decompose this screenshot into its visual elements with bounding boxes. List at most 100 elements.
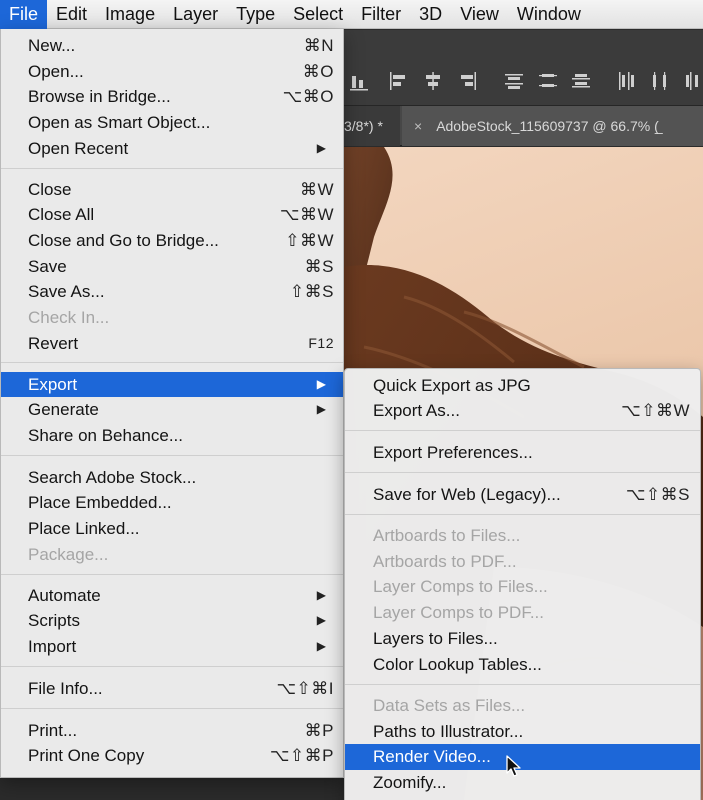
shortcut: ⌘O [302, 61, 334, 81]
distribute-right-edges-icon[interactable] [682, 70, 703, 92]
menu-item-share-on-behance[interactable]: Share on Behance... [1, 423, 343, 449]
menu-view[interactable]: View [451, 0, 508, 29]
menu-separator [345, 430, 700, 431]
menu-item-place-linked[interactable]: Place Linked... [1, 516, 343, 542]
menu-separator [345, 514, 700, 515]
menu-image[interactable]: Image [96, 0, 164, 29]
menu-item-open-recent[interactable]: Open Recent ▶ [1, 136, 343, 162]
document-tab-strip: 3/8*) * × AdobeStock_115609737 @ 66.7% (̲ [344, 106, 703, 146]
menu-item-save[interactable]: Save ⌘S [1, 254, 343, 280]
document-tab-previous-label: 3/8*) * [344, 118, 383, 134]
align-horizontal-centers-icon[interactable] [422, 70, 444, 92]
shortcut: ⌘P [304, 720, 334, 740]
menu-item-artboards-to-pdf: Artboards to PDF... [373, 551, 517, 571]
menu-item-color-lookup-tables[interactable]: Color Lookup Tables... [345, 652, 700, 678]
menu-item-artboards-to-files: Artboards to Files... [373, 526, 521, 545]
menu-item-file-info[interactable]: File Info... ⌥⇧⌘I [1, 676, 343, 702]
menu-item-paths-to-illustrator[interactable]: Paths to Illustrator... [345, 719, 700, 745]
menu-separator [345, 684, 700, 685]
shortcut: ⌘S [304, 256, 334, 276]
menu-item-search-adobe-stock[interactable]: Search Adobe Stock... [1, 465, 343, 491]
menu-item-quick-export-as-jpg[interactable]: Quick Export as JPG [345, 373, 700, 399]
document-tab-previous[interactable]: 3/8*) * [344, 106, 400, 146]
menu-item-layers-to-files[interactable]: Layers to Files... [345, 626, 700, 652]
align-right-edges-icon[interactable] [457, 70, 479, 92]
menu-file[interactable]: File [0, 0, 48, 29]
menu-item-render-video[interactable]: Render Video... [345, 744, 700, 771]
menu-item-close-all[interactable]: Close All ⌥⌘W [1, 202, 343, 228]
shortcut: ⌥⇧⌘P [269, 746, 334, 766]
menu-separator [1, 666, 343, 667]
menu-select[interactable]: Select [284, 0, 352, 29]
menu-item-revert[interactable]: Revert F12 [1, 331, 343, 357]
menu-separator [345, 472, 700, 473]
menu-item-new[interactable]: New... ⌘N [1, 33, 343, 59]
menu-item-export-preferences[interactable]: Export Preferences... [345, 440, 700, 466]
menu-filter[interactable]: Filter [352, 0, 410, 29]
distribute-vertical-centers-icon[interactable] [537, 70, 559, 92]
menu-item-save-as[interactable]: Save As... ⇧⌘S [1, 279, 343, 305]
menu-item-check-in: Check In... [28, 308, 110, 327]
distribute-bottom-edges-icon[interactable] [570, 70, 592, 92]
align-bottom-edges-icon[interactable] [348, 70, 370, 92]
menu-item-package: Package... [28, 544, 109, 564]
menu-separator [1, 574, 343, 575]
shortcut: ⌥⌘O [282, 87, 334, 107]
submenu-arrow-icon: ▶ [316, 613, 326, 628]
shortcut: ⌥⇧⌘S [625, 484, 690, 504]
menu-item-automate[interactable]: Automate ▶ [1, 583, 343, 609]
distribute-left-edges-icon[interactable] [615, 70, 637, 92]
align-left-edges-icon[interactable] [387, 70, 409, 92]
submenu-arrow-icon: ▶ [316, 140, 326, 155]
export-submenu: Quick Export as JPG Export As... ⌥⇧⌘W Ex… [344, 368, 701, 800]
document-tab-active-label: AdobeStock_115609737 @ 66.7% (̲ [436, 118, 659, 134]
file-menu: New... ⌘N Open... ⌘O Browse in Bridge...… [0, 29, 344, 778]
menu-type[interactable]: Type [227, 0, 284, 29]
shortcut: ⇧⌘W [285, 230, 334, 250]
menu-edit[interactable]: Edit [47, 0, 96, 29]
shortcut: ⇧⌘S [289, 282, 334, 302]
document-tab-active[interactable]: × AdobeStock_115609737 @ 66.7% (̲ [402, 106, 703, 146]
submenu-arrow-icon: ▶ [316, 587, 326, 602]
menu-layer[interactable]: Layer [164, 0, 227, 29]
shortcut: ⌘W [299, 179, 334, 199]
shortcut: ⌥⇧⌘W [621, 401, 690, 421]
menu-item-open-as-smart-object[interactable]: Open as Smart Object... [1, 110, 343, 136]
menu-item-layer-comps-to-pdf: Layer Comps to PDF... [373, 603, 545, 623]
shortcut: ⌘N [303, 36, 334, 55]
menu-item-print[interactable]: Print... ⌘P [1, 718, 343, 744]
menu-item-open[interactable]: Open... ⌘O [1, 59, 343, 85]
menu-item-save-for-web[interactable]: Save for Web (Legacy)... ⌥⇧⌘S [345, 482, 700, 508]
menu-separator [1, 455, 343, 456]
menu-item-close-and-go-to-bridge[interactable]: Close and Go to Bridge... ⇧⌘W [1, 228, 343, 254]
distribute-top-edges-icon[interactable] [503, 70, 525, 92]
menu-separator [1, 168, 343, 169]
menu-item-export[interactable]: Export ▶ [1, 371, 343, 398]
menu-item-generate[interactable]: Generate ▶ [1, 397, 343, 423]
shortcut: ⌥⇧⌘I [276, 678, 334, 698]
menu-item-print-one-copy[interactable]: Print One Copy ⌥⇧⌘P [1, 743, 343, 769]
menu-window[interactable]: Window [508, 0, 590, 29]
menu-item-layer-comps-to-files: Layer Comps to Files... [373, 577, 548, 597]
menu-item-place-embedded[interactable]: Place Embedded... [1, 490, 343, 516]
tab-close-icon[interactable]: × [414, 118, 422, 134]
distribute-horizontal-centers-icon[interactable] [649, 70, 671, 92]
shortcut: ⌥⌘W [279, 205, 334, 225]
menu-item-scripts[interactable]: Scripts ▶ [1, 608, 343, 634]
options-bar [344, 30, 703, 106]
menu-item-zoomify[interactable]: Zoomify... [345, 770, 700, 796]
menu-item-browse-in-bridge[interactable]: Browse in Bridge... ⌥⌘O [1, 84, 343, 110]
menu-3d[interactable]: 3D [410, 0, 451, 29]
menu-separator [1, 708, 343, 709]
menu-bar: File Edit Image Layer Type Select Filter… [0, 0, 703, 29]
mouse-pointer-icon [506, 755, 522, 779]
submenu-arrow-icon: ▶ [316, 402, 326, 417]
menu-item-export-as[interactable]: Export As... ⌥⇧⌘W [345, 398, 700, 424]
shortcut: F12 [308, 334, 334, 351]
submenu-arrow-icon: ▶ [316, 376, 326, 391]
menu-item-close[interactable]: Close ⌘W [1, 177, 343, 203]
menu-item-data-sets-as-files: Data Sets as Files... [373, 696, 526, 715]
submenu-arrow-icon: ▶ [316, 638, 326, 653]
menu-separator [1, 362, 343, 363]
menu-item-import[interactable]: Import ▶ [1, 634, 343, 660]
